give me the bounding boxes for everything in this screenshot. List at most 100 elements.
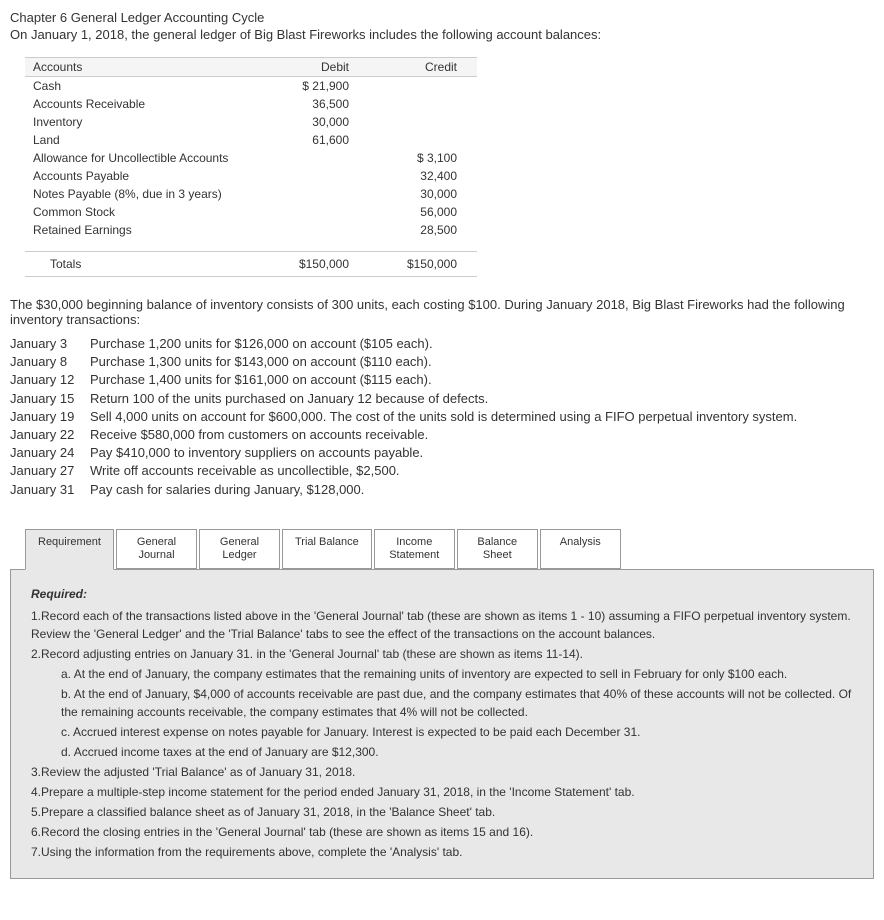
totals-label: Totals: [25, 252, 261, 277]
transaction-date: January 8: [10, 353, 90, 371]
sub-requirements: a. At the end of January, the company es…: [31, 665, 853, 761]
requirement-item: 3. Review the adjusted 'Trial Balance' a…: [31, 763, 853, 781]
transaction-desc: Write off accounts receivable as uncolle…: [90, 462, 874, 480]
ledger-row: Accounts Payable 32,400: [25, 167, 477, 185]
header-debit: Debit: [261, 58, 369, 77]
sub-letter: b.: [61, 687, 74, 701]
requirement-number: 3.: [31, 763, 41, 781]
account-name: Allowance for Uncollectible Accounts: [25, 149, 261, 167]
transaction-date: January 22: [10, 426, 90, 444]
requirement-number: 2.: [31, 645, 41, 663]
transaction-date: January 3: [10, 335, 90, 353]
credit-value: 32,400: [369, 167, 477, 185]
transaction-desc: Purchase 1,400 units for $161,000 on acc…: [90, 371, 874, 389]
requirement-item: 5. Prepare a classified balance sheet as…: [31, 803, 853, 821]
header-accounts: Accounts: [25, 58, 261, 77]
tab-balance-sheet[interactable]: BalanceSheet: [457, 529, 538, 569]
debit-value: [261, 185, 369, 203]
credit-value: 56,000: [369, 203, 477, 221]
title: Chapter 6 General Ledger Accounting Cycl…: [10, 10, 874, 25]
transaction-date: January 12: [10, 371, 90, 389]
header-credit: Credit: [369, 58, 477, 77]
transaction-desc: Pay $410,000 to inventory suppliers on a…: [90, 444, 874, 462]
tab-requirement[interactable]: Requirement: [25, 529, 114, 570]
requirement-number: 4.: [31, 783, 41, 801]
tab-income-statement[interactable]: IncomeStatement: [374, 529, 455, 569]
ledger-row: Inventory30,000: [25, 113, 477, 131]
transaction-desc: Sell 4,000 units on account for $600,000…: [90, 408, 874, 426]
transaction-row: January 27Write off accounts receivable …: [10, 462, 874, 480]
transaction-desc: Return 100 of the units purchased on Jan…: [90, 390, 874, 408]
requirements-list: 1. Record each of the transactions liste…: [31, 607, 853, 861]
account-name: Inventory: [25, 113, 261, 131]
credit-value: 30,000: [369, 185, 477, 203]
debit-value: [261, 203, 369, 221]
transaction-desc: Pay cash for salaries during January, $1…: [90, 481, 874, 499]
ledger-row: Common Stock56,000: [25, 203, 477, 221]
credit-value: $ 3,100: [369, 149, 477, 167]
requirement-item: 1. Record each of the transactions liste…: [31, 607, 853, 643]
ledger-table: Accounts Debit Credit Cash$ 21,900Accoun…: [25, 57, 477, 277]
ledger-row: Land61,600: [25, 131, 477, 149]
account-name: Retained Earnings: [25, 221, 261, 239]
transaction-desc: Receive $580,000 from customers on accou…: [90, 426, 874, 444]
account-name: Accounts Receivable: [25, 95, 261, 113]
sub-text: Accrued interest expense on notes payabl…: [73, 725, 640, 739]
debit-value: [261, 221, 369, 239]
transaction-row: January 31Pay cash for salaries during J…: [10, 481, 874, 499]
totals-debit: $150,000: [261, 252, 369, 277]
tab-general-ledger[interactable]: GeneralLedger: [199, 529, 280, 569]
transaction-row: January 22Receive $580,000 from customer…: [10, 426, 874, 444]
sub-requirement-item: b. At the end of January, $4,000 of acco…: [61, 685, 853, 721]
transaction-desc: Purchase 1,200 units for $126,000 on acc…: [90, 335, 874, 353]
ledger-row: Notes Payable (8%, due in 3 years) 30,000: [25, 185, 477, 203]
debit-value: 30,000: [261, 113, 369, 131]
tab-trial-balance[interactable]: Trial Balance: [282, 529, 372, 569]
tabs-bar: RequirementGeneralJournalGeneralLedgerTr…: [25, 529, 874, 569]
credit-value: [369, 131, 477, 149]
debit-value: $ 21,900: [261, 77, 369, 96]
requirement-number: 5.: [31, 803, 41, 821]
sub-letter: a.: [61, 667, 74, 681]
credit-value: 28,500: [369, 221, 477, 239]
sub-letter: c.: [61, 725, 73, 739]
requirement-number: 1.: [31, 607, 41, 625]
requirement-text: Review the adjusted 'Trial Balance' as o…: [41, 765, 355, 779]
requirement-text: Record the closing entries in the 'Gener…: [41, 825, 533, 839]
sub-requirement-item: a. At the end of January, the company es…: [61, 665, 853, 683]
transaction-row: January 15Return 100 of the units purcha…: [10, 390, 874, 408]
credit-value: [369, 113, 477, 131]
debit-value: [261, 149, 369, 167]
requirement-text: Using the information from the requireme…: [41, 845, 462, 859]
required-heading: Required:: [31, 585, 853, 603]
transaction-row: January 24Pay $410,000 to inventory supp…: [10, 444, 874, 462]
credit-value: [369, 95, 477, 113]
transaction-date: January 27: [10, 462, 90, 480]
subtitle: On January 1, 2018, the general ledger o…: [10, 27, 874, 42]
account-name: Cash: [25, 77, 261, 96]
transaction-row: January 12Purchase 1,400 units for $161,…: [10, 371, 874, 389]
debit-value: 36,500: [261, 95, 369, 113]
requirement-item: 6. Record the closing entries in the 'Ge…: [31, 823, 853, 841]
transaction-date: January 24: [10, 444, 90, 462]
account-name: Accounts Payable: [25, 167, 261, 185]
requirement-text: Prepare a classified balance sheet as of…: [41, 805, 495, 819]
transaction-date: January 31: [10, 481, 90, 499]
account-name: Notes Payable (8%, due in 3 years): [25, 185, 261, 203]
debit-value: 61,600: [261, 131, 369, 149]
transaction-date: January 15: [10, 390, 90, 408]
requirement-text: Record each of the transactions listed a…: [31, 609, 851, 641]
requirement-number: 7.: [31, 843, 41, 861]
requirement-text: Prepare a multiple-step income statement…: [41, 785, 635, 799]
tab-general-journal[interactable]: GeneralJournal: [116, 529, 197, 569]
requirement-text: Record adjusting entries on January 31. …: [41, 647, 583, 661]
requirement-panel: Required: 1. Record each of the transact…: [10, 569, 874, 879]
transaction-row: January 3Purchase 1,200 units for $126,0…: [10, 335, 874, 353]
sub-text: Accrued income taxes at the end of Janua…: [74, 745, 379, 759]
transaction-row: January 19Sell 4,000 units on account fo…: [10, 408, 874, 426]
inventory-intro: The $30,000 beginning balance of invento…: [10, 297, 874, 327]
sub-requirement-item: d. Accrued income taxes at the end of Ja…: [61, 743, 853, 761]
tab-analysis[interactable]: Analysis: [540, 529, 621, 569]
transaction-row: January 8Purchase 1,300 units for $143,0…: [10, 353, 874, 371]
account-name: Land: [25, 131, 261, 149]
